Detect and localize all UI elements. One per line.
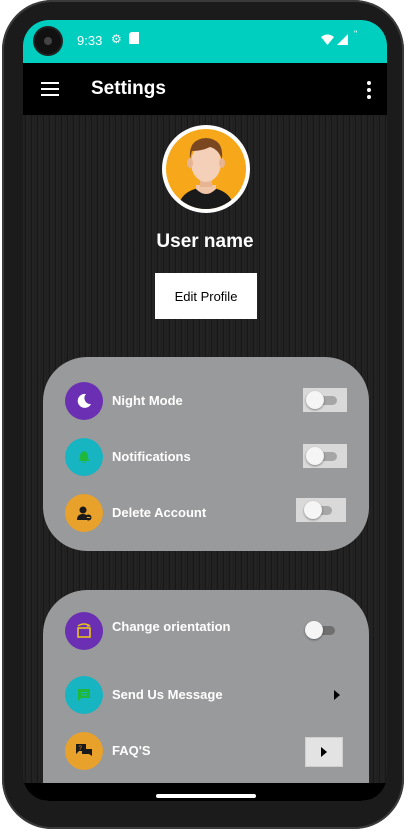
faq-open-button[interactable] — [305, 737, 343, 767]
delete-account-toggle[interactable] — [296, 498, 346, 522]
status-time: 9:33 — [77, 33, 103, 48]
sd-card-icon — [129, 32, 139, 47]
battery-icon: " — [354, 29, 358, 39]
change-orientation-row: Change orientation — [65, 612, 347, 650]
moon-icon — [65, 382, 103, 420]
app-bar: Settings — [23, 63, 387, 115]
settings-card-secondary: Change orientation Send Us Message ? FAQ… — [43, 590, 369, 801]
more-options-icon[interactable] — [367, 81, 371, 102]
wifi-icon — [321, 34, 334, 48]
night-mode-toggle[interactable] — [303, 388, 347, 412]
screen-rotation-icon — [65, 612, 103, 650]
front-camera — [35, 28, 61, 54]
gear-icon: ⚙ — [111, 32, 122, 46]
user-remove-icon — [65, 494, 103, 532]
delete-account-row: Delete Account — [65, 494, 347, 532]
user-name: User name — [156, 231, 254, 252]
edit-profile-button[interactable]: Edit Profile — [155, 273, 257, 319]
delete-account-label: Delete Account — [112, 505, 207, 520]
night-mode-row: Night Mode — [65, 382, 347, 420]
phone-frame: 9:33 ⚙ " Settings User name Edit Profile… — [2, 0, 404, 829]
notifications-label: Notifications — [112, 449, 191, 464]
notifications-row: Notifications — [65, 438, 347, 476]
night-mode-label: Night Mode — [112, 393, 183, 408]
avatar-illustration — [166, 129, 246, 209]
hamburger-menu-icon[interactable] — [41, 82, 59, 96]
faq-label: FAQ'S — [112, 743, 151, 758]
settings-card-primary: Night Mode Notifications Delete Account — [43, 357, 369, 551]
play-arrow-icon — [321, 747, 327, 757]
bell-icon — [65, 438, 103, 476]
home-gesture-handle[interactable] — [156, 794, 256, 798]
chevron-right-icon[interactable] — [334, 690, 340, 700]
notifications-toggle[interactable] — [303, 444, 347, 468]
signal-icon — [337, 34, 348, 48]
faq-row[interactable]: ? FAQ'S — [65, 732, 347, 770]
question-chat-icon: ? — [65, 732, 103, 770]
navigation-bar — [23, 783, 387, 801]
settings-content: User name Edit Profile Night Mode Notifi… — [23, 115, 387, 801]
status-bar: 9:33 ⚙ " — [23, 20, 387, 63]
screen: 9:33 ⚙ " Settings User name Edit Profile… — [23, 20, 387, 801]
send-message-row[interactable]: Send Us Message — [65, 676, 347, 714]
send-message-label: Send Us Message — [112, 687, 223, 702]
page-title: Settings — [91, 78, 166, 99]
chat-icon — [65, 676, 103, 714]
change-orientation-toggle[interactable] — [305, 620, 337, 640]
change-orientation-label: Change orientation — [112, 619, 231, 634]
avatar[interactable] — [162, 125, 250, 213]
